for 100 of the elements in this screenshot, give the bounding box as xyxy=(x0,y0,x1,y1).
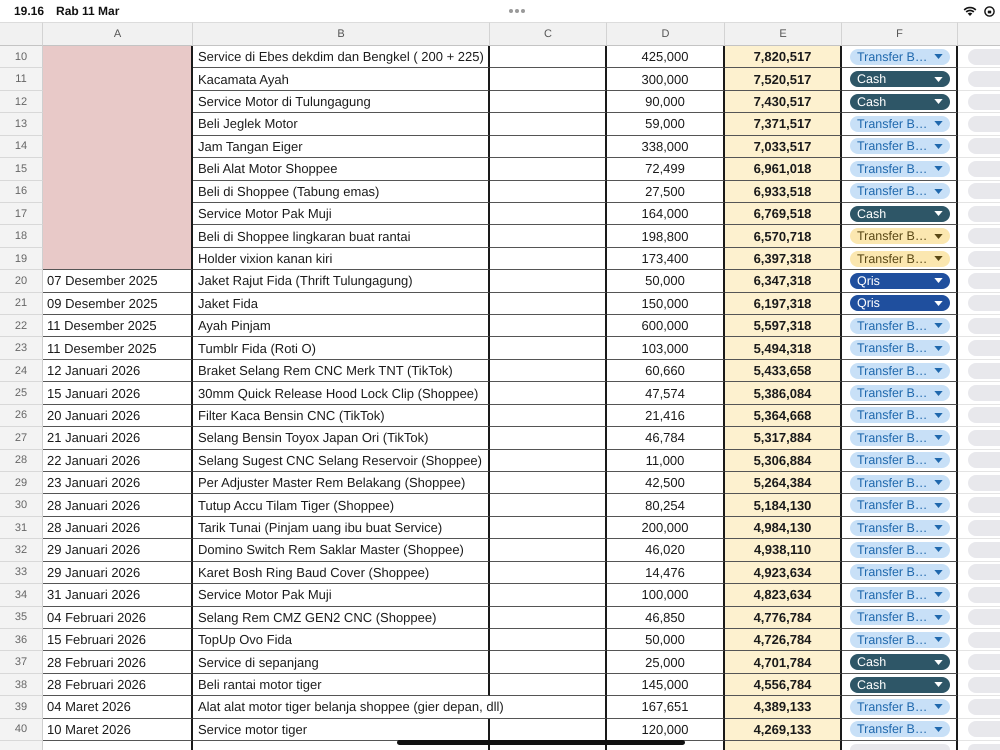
description-cell: Jam Tangan Eiger xyxy=(193,136,490,158)
balance-cell: 6,769,518 xyxy=(725,202,842,226)
row-number[interactable]: 15 xyxy=(0,158,43,181)
description-cell: Beli Alat Motor Shoppee xyxy=(193,158,490,181)
payment-dropdown[interactable]: Transfer B… xyxy=(850,632,950,648)
payment-dropdown[interactable]: Transfer B… xyxy=(850,318,950,334)
description-cell: Service di Ebes dekdim dan Bengkel ( 200 + 225) xyxy=(193,46,490,68)
row-number[interactable]: 26 xyxy=(0,404,43,428)
date-cell: 29 Januari 2026 xyxy=(43,562,193,584)
date-cell: 28 Februari 2026 xyxy=(43,674,193,696)
payment-dropdown[interactable]: Cash xyxy=(850,654,950,670)
payment-dropdown[interactable]: Transfer B… xyxy=(850,564,950,580)
payment-dropdown[interactable]: Qris xyxy=(850,295,950,312)
payment-dropdown[interactable]: Transfer B… xyxy=(850,228,950,244)
row-number[interactable]: 19 xyxy=(0,248,43,270)
payment-dropdown[interactable]: Transfer B… xyxy=(850,474,950,491)
row-number[interactable]: 14 xyxy=(0,136,43,158)
column-header[interactable] xyxy=(958,22,1000,46)
row-number[interactable]: 23 xyxy=(0,337,43,360)
row-number[interactable]: 32 xyxy=(0,539,43,562)
row-number[interactable]: 37 xyxy=(0,651,43,674)
payment-dropdown[interactable]: Transfer B… xyxy=(850,362,950,379)
date-cell: 29 Januari 2026 xyxy=(43,539,193,562)
row-number[interactable]: 35 xyxy=(0,606,43,629)
column-header[interactable]: C xyxy=(490,22,607,46)
row-number[interactable]: 21 xyxy=(0,292,43,316)
caret-icon xyxy=(934,211,943,216)
description-cell: Jaket Fida xyxy=(193,292,490,316)
row-number[interactable]: 27 xyxy=(0,427,43,450)
payment-dropdown[interactable]: Cash xyxy=(850,676,950,693)
balance-cell: 5,386,084 xyxy=(725,382,842,405)
row-header[interactable] xyxy=(0,741,43,750)
more-dots-icon[interactable] xyxy=(508,9,524,13)
balance-cell: 7,520,517 xyxy=(725,68,842,91)
payment-dropdown[interactable]: Cash xyxy=(850,71,950,88)
balance-cell: 4,389,133 xyxy=(725,696,842,719)
date-cell: 12 Januari 2026 xyxy=(43,360,193,382)
row-number[interactable]: 40 xyxy=(0,718,43,742)
payment-dropdown[interactable]: Transfer B… xyxy=(850,48,950,65)
payment-dropdown[interactable]: Transfer B… xyxy=(850,340,950,356)
row-number[interactable]: 13 xyxy=(0,113,43,136)
payment-dropdown[interactable]: Transfer B… xyxy=(850,609,950,626)
row-number[interactable]: 34 xyxy=(0,584,43,607)
date-cell: 28 Januari 2026 xyxy=(43,516,193,540)
row-number[interactable]: 36 xyxy=(0,628,43,652)
caret-icon xyxy=(934,502,943,508)
payment-dropdown[interactable]: Transfer B… xyxy=(850,452,950,468)
payment-dropdown[interactable]: Qris xyxy=(850,272,950,289)
payment-dropdown[interactable]: Transfer B… xyxy=(850,183,950,200)
column-header[interactable]: A xyxy=(43,22,193,46)
row-number[interactable]: 22 xyxy=(0,315,43,338)
row-number[interactable]: 39 xyxy=(0,696,43,719)
payment-dropdown[interactable]: Transfer B… xyxy=(850,497,950,514)
payment-dropdown[interactable]: Cash xyxy=(850,206,950,222)
corner-cell[interactable] xyxy=(0,22,43,46)
row-number[interactable]: 20 xyxy=(0,270,43,293)
date-cell: 11 Desember 2025 xyxy=(43,337,193,360)
row-number[interactable]: 31 xyxy=(0,516,43,540)
payment-dropdown[interactable]: Transfer B… xyxy=(850,385,950,402)
date-cell: 15 Januari 2026 xyxy=(43,382,193,405)
payment-dropdown[interactable]: Transfer B… xyxy=(850,542,950,558)
column-header[interactable]: B xyxy=(193,22,490,46)
caret-icon xyxy=(934,323,943,328)
row-number[interactable]: 28 xyxy=(0,450,43,472)
payment-dropdown[interactable]: Transfer B… xyxy=(850,721,950,738)
row-number[interactable]: 18 xyxy=(0,225,43,248)
date-cell: 28 Januari 2026 xyxy=(43,494,193,517)
payment-dropdown[interactable]: Transfer B… xyxy=(850,116,950,132)
payment-dropdown[interactable]: Transfer B… xyxy=(850,160,950,177)
payment-dropdown[interactable]: Transfer B… xyxy=(850,520,950,536)
description-cell: Tutup Accu Tilam Tiger (Shoppee) xyxy=(193,494,490,517)
wifi-icon xyxy=(963,6,977,16)
payment-dropdown[interactable]: Transfer B… xyxy=(850,430,950,446)
balance-cell: 4,776,784 xyxy=(725,606,842,629)
description-cell: Filter Kaca Bensin CNC (TikTok) xyxy=(193,404,490,428)
payment-dropdown[interactable]: Transfer B… xyxy=(850,586,950,603)
row-number[interactable]: 12 xyxy=(0,90,43,114)
column-header[interactable]: E xyxy=(725,22,842,46)
row-number[interactable]: 16 xyxy=(0,180,43,203)
row-number[interactable]: 30 xyxy=(0,494,43,517)
caret-icon xyxy=(934,368,943,374)
column-header[interactable]: D xyxy=(607,22,725,46)
payment-dropdown[interactable]: Transfer B… xyxy=(850,250,950,266)
row-number[interactable]: 33 xyxy=(0,562,43,584)
row-number[interactable]: 29 xyxy=(0,472,43,494)
row-number[interactable]: 11 xyxy=(0,68,43,91)
row-number[interactable]: 25 xyxy=(0,382,43,405)
caret-icon xyxy=(934,300,943,306)
payment-dropdown[interactable]: Cash xyxy=(850,94,950,110)
balance-cell: 6,197,318 xyxy=(725,292,842,316)
row-number[interactable]: 24 xyxy=(0,360,43,382)
row-number[interactable]: 38 xyxy=(0,674,43,696)
payment-dropdown[interactable]: Transfer B… xyxy=(850,698,950,715)
row-number[interactable]: 10 xyxy=(0,46,43,68)
payment-dropdown[interactable]: Transfer B… xyxy=(850,407,950,424)
description-cell: Service Motor Pak Muji xyxy=(193,584,490,607)
row-number[interactable]: 17 xyxy=(0,202,43,226)
column-header[interactable]: F xyxy=(842,22,958,46)
payment-dropdown[interactable]: Transfer B… xyxy=(850,138,950,154)
caret-icon xyxy=(934,547,943,552)
